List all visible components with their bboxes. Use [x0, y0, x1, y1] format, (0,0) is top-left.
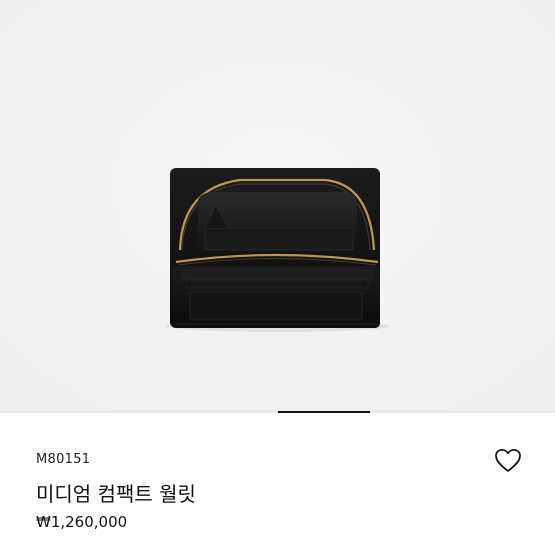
wallet-product-image — [0, 0, 555, 413]
wishlist-button[interactable] — [493, 446, 523, 474]
product-page: M80151 미디엄 컴팩트 월릿 ₩1,260,000 — [0, 0, 555, 555]
product-image-gallery[interactable] — [0, 0, 555, 413]
product-title: 미디엄 컴팩트 월릿 — [36, 482, 196, 506]
product-info: M80151 미디엄 컴팩트 월릿 ₩1,260,000 — [0, 413, 555, 555]
heart-outline-icon — [495, 448, 521, 472]
product-sku: M80151 — [36, 452, 91, 467]
product-price: ₩1,260,000 — [36, 513, 128, 531]
